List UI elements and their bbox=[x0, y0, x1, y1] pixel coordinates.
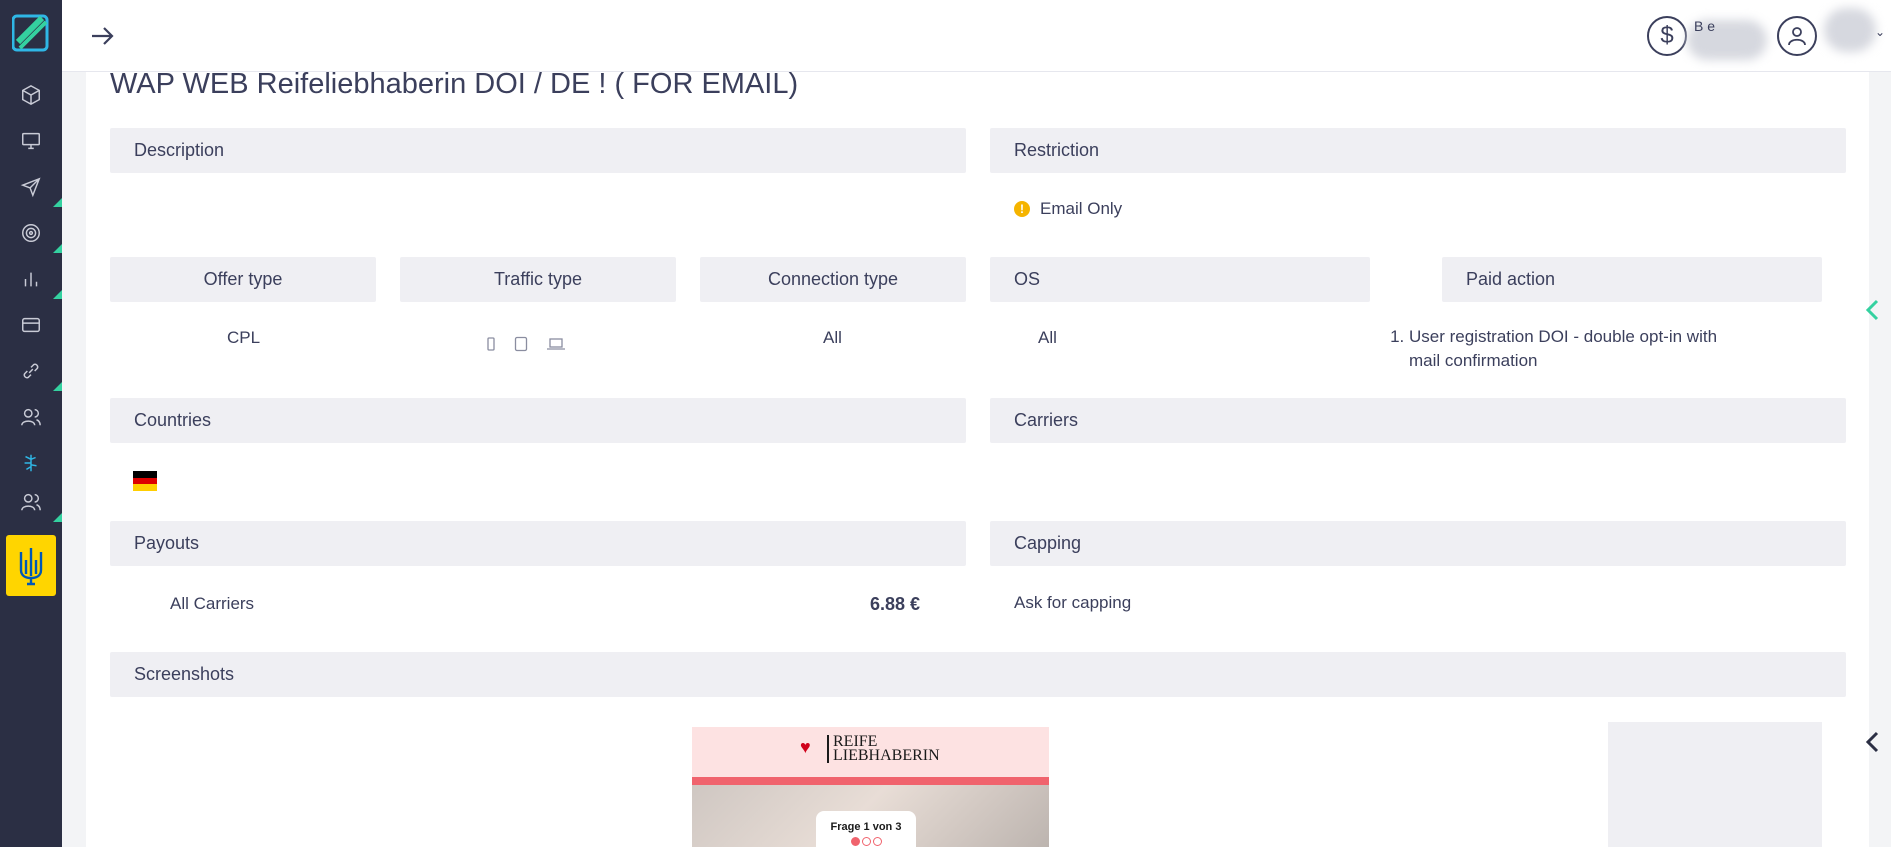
restriction-value: Email Only bbox=[1040, 199, 1123, 218]
os-value: All bbox=[1038, 328, 1057, 347]
os-header: OS bbox=[990, 257, 1370, 302]
restriction-header: Restriction bbox=[990, 128, 1846, 173]
offers-cube-icon[interactable] bbox=[16, 80, 46, 110]
trident-icon bbox=[19, 547, 43, 585]
screenshot-thumbnail-placeholder[interactable] bbox=[1608, 722, 1822, 847]
capping-header: Capping bbox=[990, 521, 1846, 566]
balance-dollar-icon[interactable]: $ bbox=[1647, 16, 1687, 56]
offer-details: WAP WEB Reifeliebhaberin DOI / DE ! ( FO… bbox=[86, 72, 1869, 847]
chevron-left-icon[interactable] bbox=[1863, 731, 1881, 753]
laptop-icon bbox=[547, 338, 565, 350]
monitor-icon[interactable] bbox=[16, 126, 46, 156]
team-icon[interactable] bbox=[16, 487, 46, 517]
target-icon[interactable] bbox=[16, 218, 46, 248]
connection-type-value: All bbox=[823, 328, 842, 347]
nav-notch bbox=[53, 244, 62, 253]
screenshot-thumbnail[interactable]: ♥ REIFE LIEBHABERIN Frage 1 von 3 bbox=[692, 727, 1049, 847]
link-icon[interactable] bbox=[16, 356, 46, 386]
connection-type-header: Connection type bbox=[700, 257, 966, 302]
preview-bar bbox=[692, 777, 1049, 785]
preview-question-card: Frage 1 von 3 bbox=[816, 811, 916, 847]
back-arrow-icon[interactable] bbox=[88, 22, 116, 50]
sidebar bbox=[0, 0, 62, 847]
traffic-type-header: Traffic type bbox=[400, 257, 676, 302]
heart-icon: ♥ bbox=[800, 737, 811, 757]
nav-notch bbox=[53, 513, 62, 522]
payouts-header: Payouts bbox=[110, 521, 966, 566]
users-icon[interactable] bbox=[16, 402, 46, 432]
user-name-blur bbox=[1824, 8, 1876, 52]
paid-action-header: Paid action bbox=[1442, 257, 1822, 302]
preview-logo: REIFE LIEBHABERIN bbox=[827, 734, 940, 764]
card-icon[interactable] bbox=[16, 310, 46, 340]
traffic-type-icons bbox=[486, 336, 566, 352]
payout-carrier: All Carriers bbox=[170, 594, 255, 613]
user-avatar-icon[interactable] bbox=[1777, 16, 1817, 56]
description-header: Description bbox=[110, 128, 966, 173]
germany-flag-icon bbox=[133, 471, 157, 491]
network-icon[interactable] bbox=[16, 448, 46, 478]
carriers-header: Carriers bbox=[990, 398, 1846, 443]
nav-notch bbox=[53, 198, 62, 207]
top-bar: $ B e ⌄ bbox=[62, 0, 1891, 72]
paid-action-item: User registration DOI - double opt-in wi… bbox=[1409, 325, 1725, 373]
nav-notch bbox=[53, 382, 62, 391]
send-icon[interactable] bbox=[16, 172, 46, 202]
preview-progress-dots bbox=[816, 837, 916, 846]
capping-value: Ask for capping bbox=[1014, 593, 1132, 612]
offer-type-header: Offer type bbox=[110, 257, 376, 302]
paid-action-list: User registration DOI - double opt-in wi… bbox=[1385, 325, 1725, 373]
offer-type-value: CPL bbox=[227, 328, 261, 347]
ukraine-support-button[interactable] bbox=[6, 535, 56, 596]
preview-logo-line: LIEBHABERIN bbox=[833, 747, 940, 764]
chevron-left-icon[interactable] bbox=[1863, 299, 1881, 321]
balance-label: B e bbox=[1694, 18, 1716, 34]
tablet-icon bbox=[514, 336, 528, 352]
page-title: WAP WEB Reifeliebhaberin DOI / DE ! ( FO… bbox=[110, 72, 799, 100]
payout-amount: 6.88 € bbox=[870, 594, 921, 614]
logo-icon[interactable] bbox=[12, 12, 50, 54]
screenshots-header: Screenshots bbox=[110, 652, 1846, 697]
stats-icon[interactable] bbox=[16, 264, 46, 294]
mobile-icon bbox=[487, 337, 495, 351]
warning-icon: ! bbox=[1014, 201, 1030, 217]
countries-header: Countries bbox=[110, 398, 966, 443]
preview-question: Frage 1 von 3 bbox=[830, 821, 902, 833]
chevron-down-icon[interactable]: ⌄ bbox=[1875, 25, 1885, 39]
nav-notch bbox=[53, 290, 62, 299]
